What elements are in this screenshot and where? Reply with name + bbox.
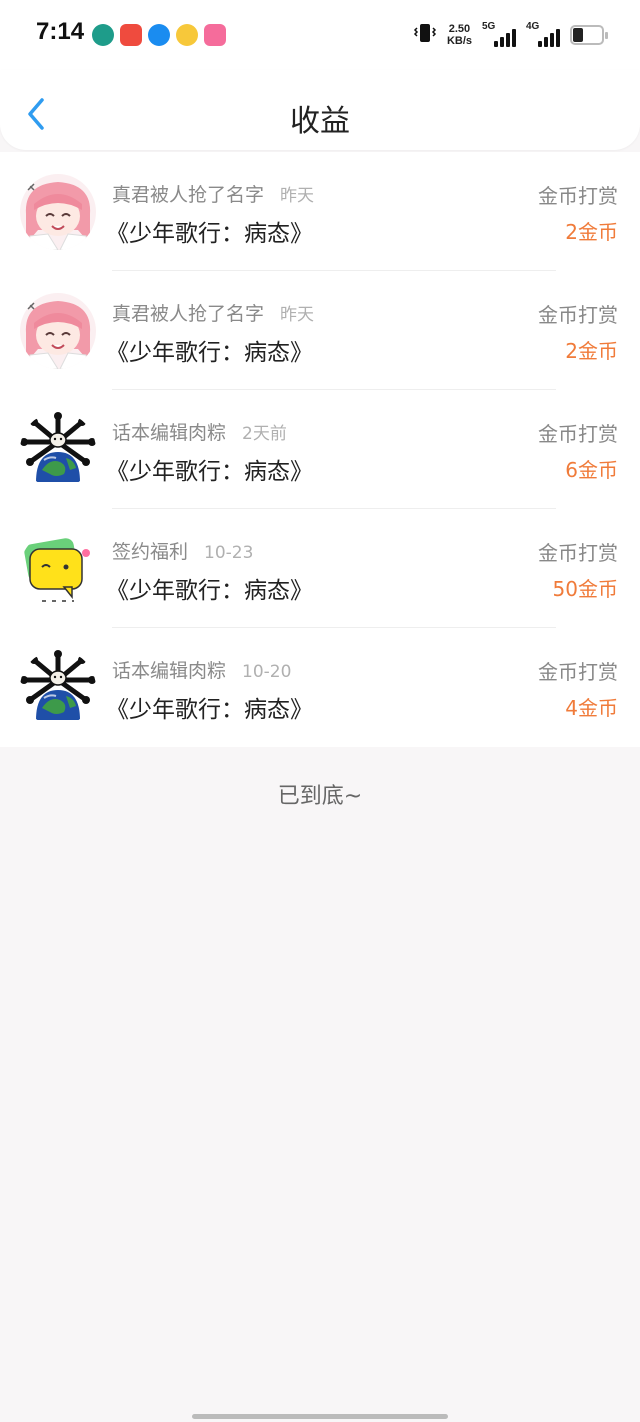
list-item[interactable]: 签约福利 10-23 《少年歌行：病态》 金币打赏 50金币 bbox=[0, 509, 640, 628]
reward-amount: 2金币 bbox=[565, 339, 618, 363]
list-item[interactable]: 真君被人抢了名字 昨天 《少年歌行：病态》 金币打赏 2金币 bbox=[0, 152, 640, 271]
signal-4g-icon: 4G bbox=[526, 21, 560, 47]
reward-type: 金币打赏 bbox=[538, 184, 618, 208]
home-indicator[interactable] bbox=[192, 1414, 448, 1419]
anime-girl-avatar[interactable] bbox=[20, 174, 96, 250]
bilibili-icon bbox=[204, 24, 226, 46]
sender-name-wrap: 话本编辑肉粽 2天前 bbox=[112, 418, 287, 445]
alipay-icon bbox=[148, 24, 170, 46]
status-right-group: 2.50 KB/s 5G 4G bbox=[413, 20, 608, 50]
book-title: 《少年歌行：病态》 bbox=[106, 697, 313, 723]
earth-dog-avatar[interactable] bbox=[20, 650, 96, 726]
reward-amount: 50金币 bbox=[552, 577, 618, 601]
reward-type: 金币打赏 bbox=[538, 422, 618, 446]
sender-name-wrap: 真君被人抢了名字 昨天 bbox=[112, 299, 314, 326]
anime-girl-avatar[interactable] bbox=[20, 293, 96, 369]
status-bar: 7:14 2.50 KB/s 5G 4G bbox=[0, 0, 640, 70]
sender-name-wrap: 签约福利 10-23 bbox=[112, 537, 253, 564]
list-item[interactable]: 话本编辑肉粽 10-20 《少年歌行：病态》 金币打赏 4金币 bbox=[0, 628, 640, 747]
sender-name[interactable]: 签约福利 bbox=[112, 541, 188, 563]
status-time: 7:14 bbox=[36, 18, 85, 45]
book-title: 《少年歌行：病态》 bbox=[106, 459, 313, 485]
signal-5g-icon: 5G bbox=[482, 21, 516, 47]
speed-value: 2.50 bbox=[448, 23, 471, 35]
list-item[interactable]: 话本编辑肉粽 2天前 《少年歌行：病态》 金币打赏 6金币 bbox=[0, 390, 640, 509]
sender-name-wrap: 真君被人抢了名字 昨天 bbox=[112, 180, 314, 207]
reward-amount: 6金币 bbox=[565, 458, 618, 482]
taobao-icon bbox=[120, 24, 142, 46]
weibo-icon bbox=[176, 24, 198, 46]
list-item[interactable]: 真君被人抢了名字 昨天 《少年歌行：病态》 金币打赏 2金币 bbox=[0, 271, 640, 390]
reward-date: 昨天 bbox=[280, 186, 315, 206]
reward-date: 2天前 bbox=[242, 424, 287, 444]
page-header: 收益 bbox=[0, 70, 640, 150]
reward-date: 昨天 bbox=[280, 305, 315, 325]
reward-amount: 2金币 bbox=[565, 220, 618, 244]
vibrate-icon bbox=[413, 21, 437, 49]
sender-name[interactable]: 真君被人抢了名字 bbox=[112, 303, 264, 325]
battery-icon bbox=[570, 25, 608, 45]
end-of-list-text: 已到底~ bbox=[277, 784, 363, 809]
network-speed: 2.50 KB/s bbox=[447, 23, 472, 47]
sender-name[interactable]: 话本编辑肉粽 bbox=[112, 660, 226, 682]
reward-date: 10-20 bbox=[242, 662, 292, 682]
sender-name[interactable]: 真君被人抢了名字 bbox=[112, 184, 264, 206]
yellow-chat-bubble-avatar[interactable] bbox=[20, 531, 96, 607]
book-title: 《少年歌行：病态》 bbox=[106, 340, 313, 366]
sender-name[interactable]: 话本编辑肉粽 bbox=[112, 422, 226, 444]
phone-app-icon bbox=[92, 24, 114, 46]
signal-5g-label: 5G bbox=[482, 21, 496, 32]
reward-date: 10-23 bbox=[204, 543, 254, 563]
book-title: 《少年歌行：病态》 bbox=[106, 221, 313, 247]
reward-amount: 4金币 bbox=[565, 696, 618, 720]
earth-dog-avatar[interactable] bbox=[20, 412, 96, 488]
sender-name-wrap: 话本编辑肉粽 10-20 bbox=[112, 656, 291, 683]
reward-type: 金币打赏 bbox=[538, 541, 618, 565]
signal-4g-label: 4G bbox=[526, 21, 540, 32]
page-title: 收益 bbox=[290, 104, 350, 139]
reward-type: 金币打赏 bbox=[538, 303, 618, 327]
earnings-list: 真君被人抢了名字 昨天 《少年歌行：病态》 金币打赏 2金币 真君被人抢了名字 昨天… bbox=[0, 152, 640, 747]
speed-unit: KB/s bbox=[446, 35, 472, 47]
reward-type: 金币打赏 bbox=[538, 660, 618, 684]
book-title: 《少年歌行：病态》 bbox=[106, 578, 313, 604]
